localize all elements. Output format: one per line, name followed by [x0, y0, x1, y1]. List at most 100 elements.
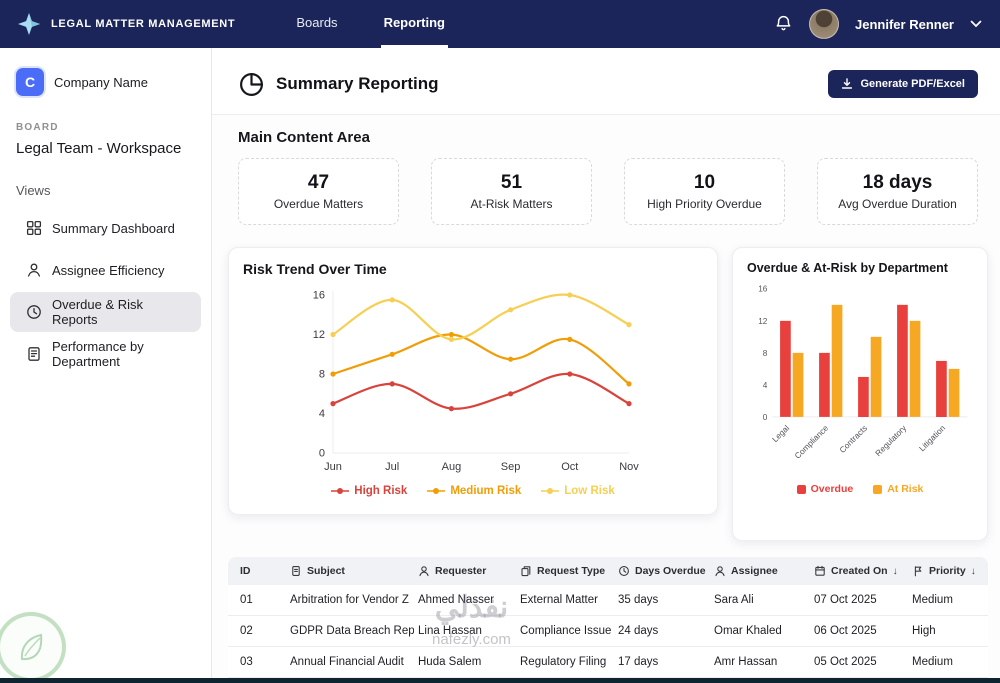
table-cell: Arbitration for Vendor Z: [290, 594, 409, 606]
column-header-subject: Subject: [286, 557, 414, 585]
stat-label: Avg Overdue Duration: [838, 197, 957, 211]
table-row[interactable]: 02 GDPR Data Breach Report Lina Hassan Comp…: [228, 616, 988, 647]
table-cell: 06 Oct 2025: [814, 625, 877, 637]
matters-table: ID Subject Requester Request Type Days Overd…: [228, 557, 988, 678]
svg-text:Sep: Sep: [501, 461, 521, 473]
stat-value: 18 days: [862, 172, 933, 193]
table-cell: Compliance Issue: [520, 625, 612, 637]
legend-item-at-risk[interactable]: At Risk: [873, 483, 923, 495]
stat-card-at-risk-matters: 51 At-Risk Matters: [431, 158, 592, 225]
table-row[interactable]: 01 Arbitration for Vendor Z Ahmed Nasser Ex…: [228, 585, 988, 616]
company-name: Company Name: [54, 74, 148, 90]
legend-item-medium-risk[interactable]: Medium Risk: [427, 485, 521, 497]
legend-marker-icon: [541, 488, 560, 494]
risk-trend-card: Risk Trend Over Time 0 4 8 12 16 Jun Jul Aug Sep…: [228, 247, 718, 515]
sidebar-item-overdue-risk-reports[interactable]: Overdue & Risk Reports: [10, 292, 201, 332]
chart-title: Overdue & At-Risk by Department: [747, 261, 948, 275]
table-cell: 05 Oct 2025: [814, 656, 877, 668]
nav-tabs: Boards Reporting: [293, 0, 448, 48]
risk-trend-line-chart: 0 4 8 12 16 Jun Jul Aug Sep Oct Nov: [313, 290, 640, 474]
svg-text:4: 4: [319, 408, 325, 420]
table-cell: External Matter: [520, 594, 598, 606]
charts-row: Risk Trend Over Time 0 4 8 12 16 Jun Jul Aug Sep…: [228, 247, 988, 541]
stat-label: Overdue Matters: [273, 197, 364, 211]
column-header-request-type: Request Type: [516, 557, 614, 585]
diamond-logo-icon: [18, 13, 40, 35]
chart-title: Risk Trend Over Time: [243, 261, 387, 277]
table-cell: Huda Salem: [418, 656, 482, 668]
app-window: LEGAL MATTER MANAGEMENT Boards Reporting…: [0, 0, 1000, 683]
sort-arrow-icon: ↓: [892, 565, 898, 577]
stat-value: 10: [693, 172, 716, 193]
svg-text:12: 12: [758, 317, 768, 326]
svg-text:0: 0: [763, 413, 768, 422]
sidebar-item-label: Performance by Department: [52, 339, 144, 369]
table-cell: Medium: [912, 656, 953, 668]
line-chart-legend: High Risk Medium Risk Low Risk: [243, 485, 703, 497]
column-label: Days Overdue: [635, 565, 706, 577]
column-label: Priority: [929, 565, 966, 577]
svg-text:Jul: Jul: [385, 461, 399, 473]
column-header-created-on[interactable]: Created On ↓: [810, 557, 908, 585]
report-icon: [28, 347, 40, 361]
column-header-priority[interactable]: Priority ↓: [908, 557, 988, 585]
bottom-bar: [0, 678, 1000, 683]
download-icon: [842, 78, 853, 89]
legend-item-high-risk[interactable]: High Risk: [331, 485, 407, 497]
sidebar-item-label: Summary Dashboard: [52, 220, 175, 236]
board-name: Legal Team - Workspace: [16, 140, 182, 157]
department-bar-chart: 0 4 8 12 16 Legal Compliance Contracts Regulator…: [758, 285, 968, 461]
sidebar-item-assignee-efficiency[interactable]: Assignee Efficiency: [10, 250, 201, 290]
stat-label: High Priority Overdue: [647, 197, 762, 211]
svg-text:16: 16: [313, 290, 325, 302]
calendar-icon: [815, 565, 825, 576]
tab-boards[interactable]: Boards: [293, 0, 340, 48]
table-body: 01 Arbitration for Vendor Z Ahmed Nasser Ex…: [228, 585, 988, 678]
column-label: Request Type: [537, 565, 606, 577]
clock-icon: [619, 566, 629, 576]
legend-marker-icon: [331, 488, 350, 494]
doc-icon: [292, 566, 300, 576]
bell-icon[interactable]: [774, 14, 793, 34]
sidebar-item-performance-by-department[interactable]: Performance by Department: [10, 334, 201, 374]
sidebar-item-summary-dashboard[interactable]: Summary Dashboard: [10, 208, 201, 248]
legend-item-overdue[interactable]: Overdue: [796, 483, 853, 495]
user-name[interactable]: Jennifer Renner: [855, 17, 954, 32]
section-title: Main Content Area: [238, 129, 370, 146]
legend-item-low-risk[interactable]: Low Risk: [541, 485, 615, 497]
generate-button-label: Generate PDF/Excel: [860, 78, 965, 90]
chevron-down-icon[interactable]: [970, 20, 982, 28]
person-icon: [715, 566, 725, 577]
table-cell: 17 days: [618, 656, 659, 668]
sidebar-item-label: Assignee Efficiency: [52, 262, 165, 278]
pie-chart-icon: [240, 72, 263, 96]
generate-pdf-excel-button[interactable]: Generate PDF/Excel: [828, 70, 978, 98]
sort-arrow-icon: ↓: [970, 565, 976, 577]
table-row[interactable]: 03 Annual Financial Audit Huda Salem Regula…: [228, 647, 988, 678]
user-avatar[interactable]: [809, 9, 840, 39]
legend-swatch-icon: [873, 484, 883, 494]
sidebar: C Company Name BOARD Legal Team - Worksp…: [0, 48, 212, 678]
svg-text:Aug: Aug: [442, 461, 462, 473]
company-row[interactable]: C Company Name: [16, 68, 195, 96]
table-cell: Annual Financial Audit: [290, 656, 404, 668]
table-cell: Lina Hassan: [418, 625, 482, 637]
table-cell: 35 days: [618, 594, 659, 606]
page-title: Summary Reporting: [276, 74, 439, 93]
stat-label: At-Risk Matters: [470, 197, 553, 211]
stat-card-avg-overdue-duration: 18 days Avg Overdue Duration: [817, 158, 978, 225]
views-label: Views: [16, 183, 51, 198]
svg-text:12: 12: [313, 329, 325, 341]
tab-reporting[interactable]: Reporting: [380, 0, 448, 48]
svg-text:Jun: Jun: [324, 461, 342, 473]
svg-text:16: 16: [758, 285, 768, 294]
report-header: Summary Reporting Generate PDF/Excel: [212, 48, 1000, 115]
person-icon: [419, 566, 429, 577]
column-label: Subject: [307, 565, 345, 577]
stats-row: 47 Overdue Matters 51 At-Risk Matters 10…: [238, 158, 978, 225]
svg-text:Oct: Oct: [561, 461, 578, 473]
svg-text:Regulatory: Regulatory: [874, 423, 909, 458]
column-header-id: ID: [228, 557, 286, 585]
column-label: Assignee: [731, 565, 778, 577]
column-label: Created On: [831, 565, 888, 577]
